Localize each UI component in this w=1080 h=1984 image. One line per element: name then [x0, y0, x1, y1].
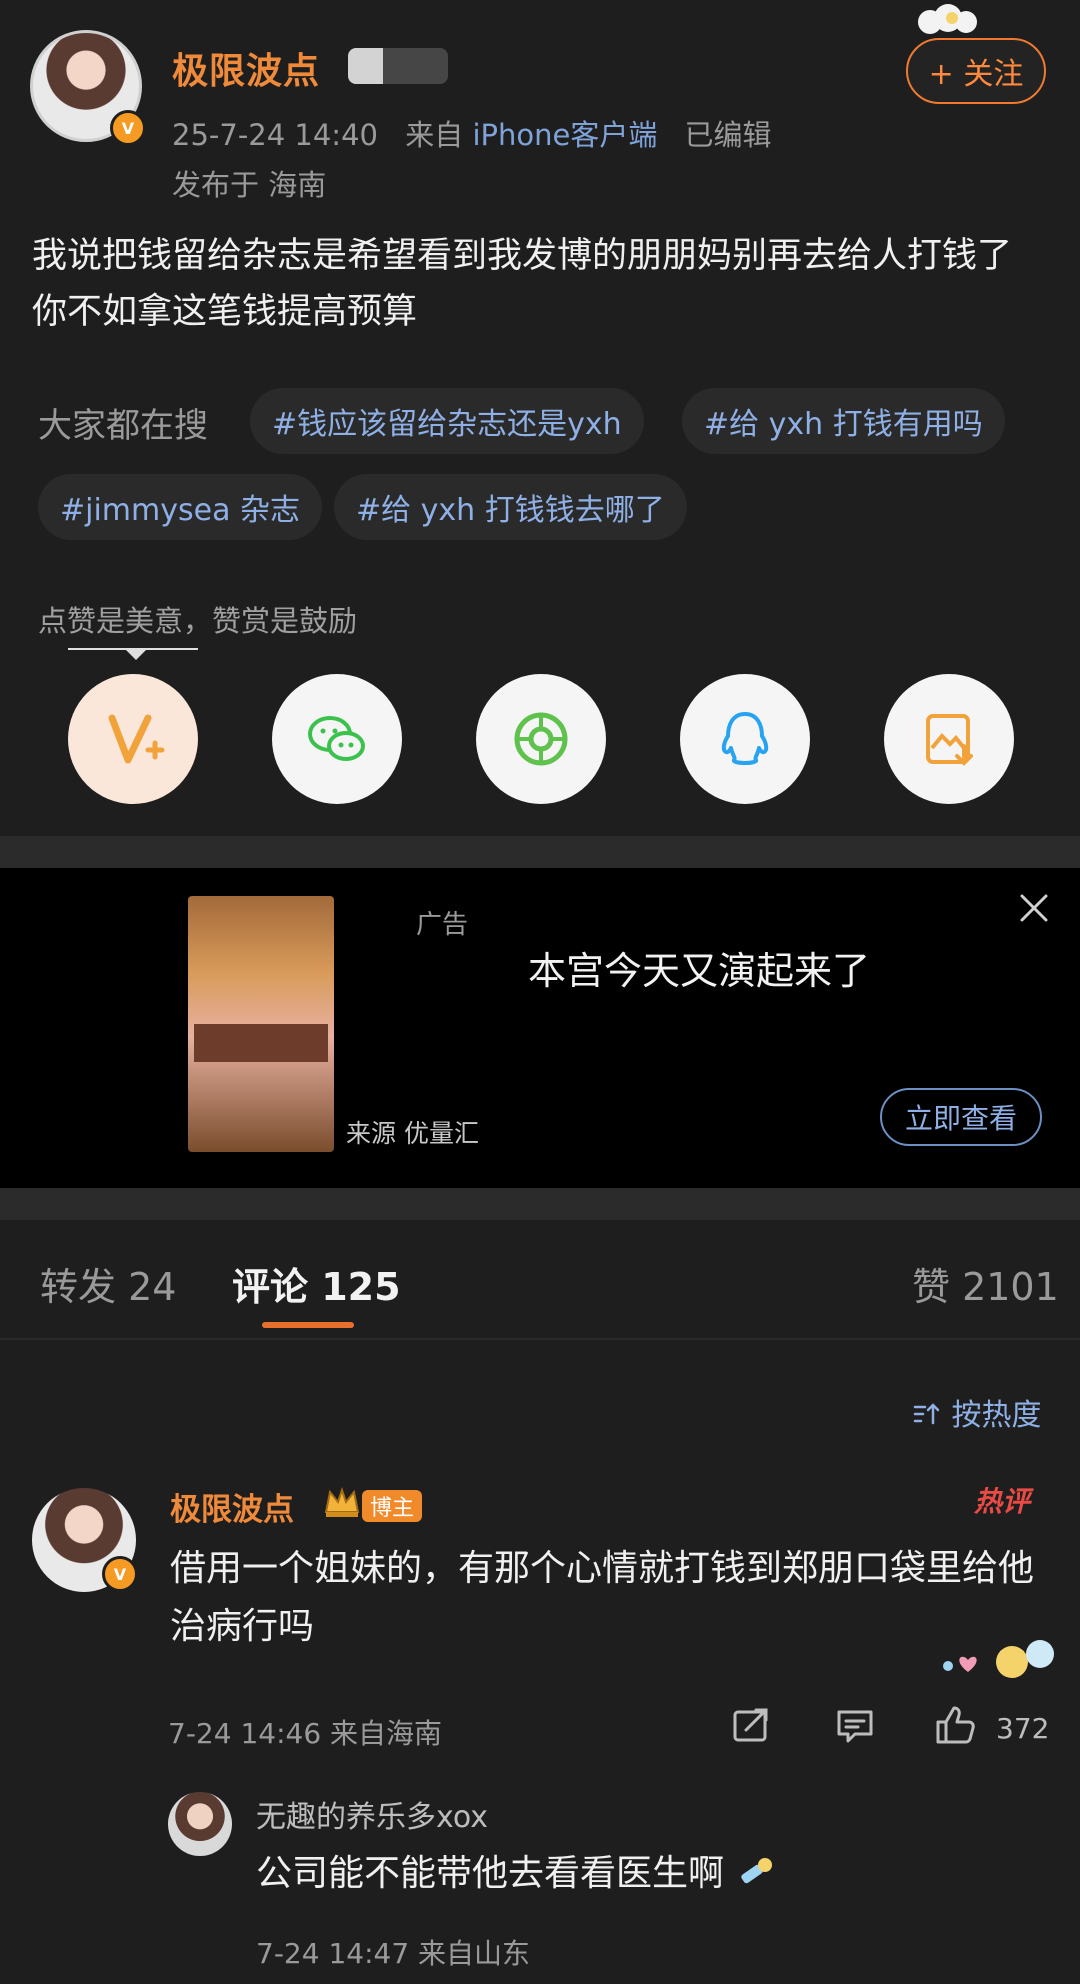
sticker-decoration-icon — [943, 1640, 1054, 1678]
like-icon[interactable] — [934, 1704, 978, 1746]
tip-caret — [124, 648, 148, 660]
ad-title[interactable]: 本宫今天又演起来了 — [528, 940, 870, 995]
reward-button[interactable] — [68, 674, 198, 804]
search-tag[interactable]: #给 yxh 打钱有用吗 — [682, 388, 1005, 454]
share-qq-button[interactable] — [680, 674, 810, 804]
source-prefix: 来自 — [405, 118, 464, 152]
source-client[interactable]: iPhone客户端 — [472, 118, 657, 152]
post-author[interactable]: 极限波点 — [172, 42, 320, 94]
search-label: 大家都在搜 — [38, 406, 208, 446]
reply-avatar[interactable] — [168, 1792, 232, 1856]
wechat-icon — [308, 716, 365, 761]
save-image-button[interactable] — [884, 674, 1014, 804]
author-decoration — [348, 48, 448, 84]
verified-icon: V — [102, 1556, 138, 1592]
close-icon[interactable] — [1016, 890, 1052, 926]
search-tag[interactable]: #钱应该留给杂志还是yxh — [250, 388, 644, 454]
reply-meta: 7-24 14:47 来自山东 — [256, 1937, 531, 1970]
section-divider — [0, 1188, 1080, 1220]
search-tag[interactable]: #jimmysea 杂志 — [38, 474, 323, 540]
reward-icon — [108, 714, 165, 764]
post-text: 我说把钱留给杂志是希望看到我发博的朋朋妈别再去给人打钱了 你不如拿这笔钱提高预算 — [32, 236, 1013, 332]
cloud-decoration-icon — [918, 4, 977, 34]
share-moments-button[interactable] — [476, 674, 606, 804]
post-meta: 25-7-24 14:40 来自 iPhone客户端 已编辑 — [172, 112, 772, 154]
follow-button[interactable]: + 关注 — [906, 38, 1046, 104]
reply-author[interactable]: 无趣的养乐多xox — [256, 1792, 488, 1836]
share-wechat-button[interactable] — [272, 674, 402, 804]
moments-icon — [514, 712, 568, 766]
like-count: 372 — [996, 1712, 1050, 1745]
active-tab-indicator — [262, 1322, 354, 1328]
comment-icon[interactable] — [834, 1704, 876, 1746]
ad-cta-button[interactable]: 立即查看 — [880, 1088, 1042, 1146]
qq-icon — [721, 712, 769, 765]
post-location: 发布于 海南 — [172, 168, 327, 202]
post-time: 25-7-24 14:40 — [172, 118, 378, 152]
search-tag[interactable]: #给 yxh 打钱钱去哪了 — [334, 474, 687, 540]
reply-text-content: 公司能不能带他去看看医生啊 — [256, 1853, 725, 1894]
crown-icon — [324, 1486, 360, 1517]
tab-repost[interactable]: 转发 24 — [40, 1256, 176, 1311]
tabs-divider — [0, 1338, 1080, 1340]
reply-text: 公司能不能带他去看看医生啊 — [256, 1844, 775, 1896]
comment-author[interactable]: 极限波点 — [170, 1484, 294, 1529]
repost-icon[interactable] — [730, 1704, 772, 1746]
syringe-emoji-icon — [741, 1858, 773, 1884]
edited-label[interactable]: 已编辑 — [685, 118, 772, 152]
sort-label: 按热度 — [951, 1398, 1042, 1433]
comment-meta: 7-24 14:46 来自海南 — [168, 1717, 443, 1750]
reward-tip: 点赞是美意，赞赏是鼓励 — [38, 604, 358, 638]
save-image-icon — [926, 714, 973, 766]
ad-label: 广告 — [416, 910, 469, 940]
author-badge: 博主 — [362, 1490, 423, 1522]
tab-likes[interactable]: 赞 2101 — [912, 1256, 1059, 1311]
ad-image-band — [194, 1024, 328, 1062]
comment-text: 借用一个姐妹的，有那个心情就打钱到郑朋口袋里给他治病行吗 — [170, 1548, 1035, 1647]
sort-button[interactable]: 按热度 — [912, 1390, 1042, 1434]
tab-comments[interactable]: 评论 125 — [232, 1256, 401, 1311]
sort-icon — [913, 1403, 940, 1425]
verified-icon: V — [110, 110, 146, 146]
ad-source: 来源 优量汇 — [346, 1119, 479, 1148]
hot-comment-badge: 热评 — [974, 1485, 1031, 1518]
section-divider — [0, 836, 1080, 868]
